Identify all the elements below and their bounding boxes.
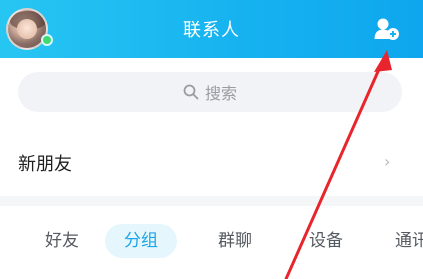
add-friend-button[interactable] bbox=[372, 16, 402, 42]
search-icon bbox=[183, 84, 199, 100]
contacts-tabs: 好友 分组 群聊 设备 通讯 bbox=[0, 210, 423, 279]
tab-group-chats[interactable]: 群聊 bbox=[213, 224, 257, 258]
contacts-screen: 联系人 搜索 新朋友 › 好友 分组 群聊 设备 通讯 bbox=[0, 0, 423, 279]
tab-groups[interactable]: 分组 bbox=[105, 224, 177, 258]
chevron-right-icon: › bbox=[384, 152, 391, 171]
add-friend-icon bbox=[374, 18, 399, 40]
search-area: 搜索 bbox=[0, 58, 423, 126]
page-title: 联系人 bbox=[183, 20, 240, 41]
section-divider bbox=[0, 196, 423, 206]
new-friends-label: 新朋友 bbox=[18, 154, 72, 175]
new-friends-row[interactable]: 新朋友 › bbox=[0, 138, 423, 186]
tab-friends[interactable]: 好友 bbox=[40, 224, 84, 258]
tab-address-book[interactable]: 通讯 bbox=[390, 224, 423, 258]
top-bar: 联系人 bbox=[0, 0, 423, 58]
tab-devices[interactable]: 设备 bbox=[304, 224, 348, 258]
search-placeholder: 搜索 bbox=[204, 84, 237, 103]
search-input[interactable]: 搜索 bbox=[18, 72, 402, 112]
